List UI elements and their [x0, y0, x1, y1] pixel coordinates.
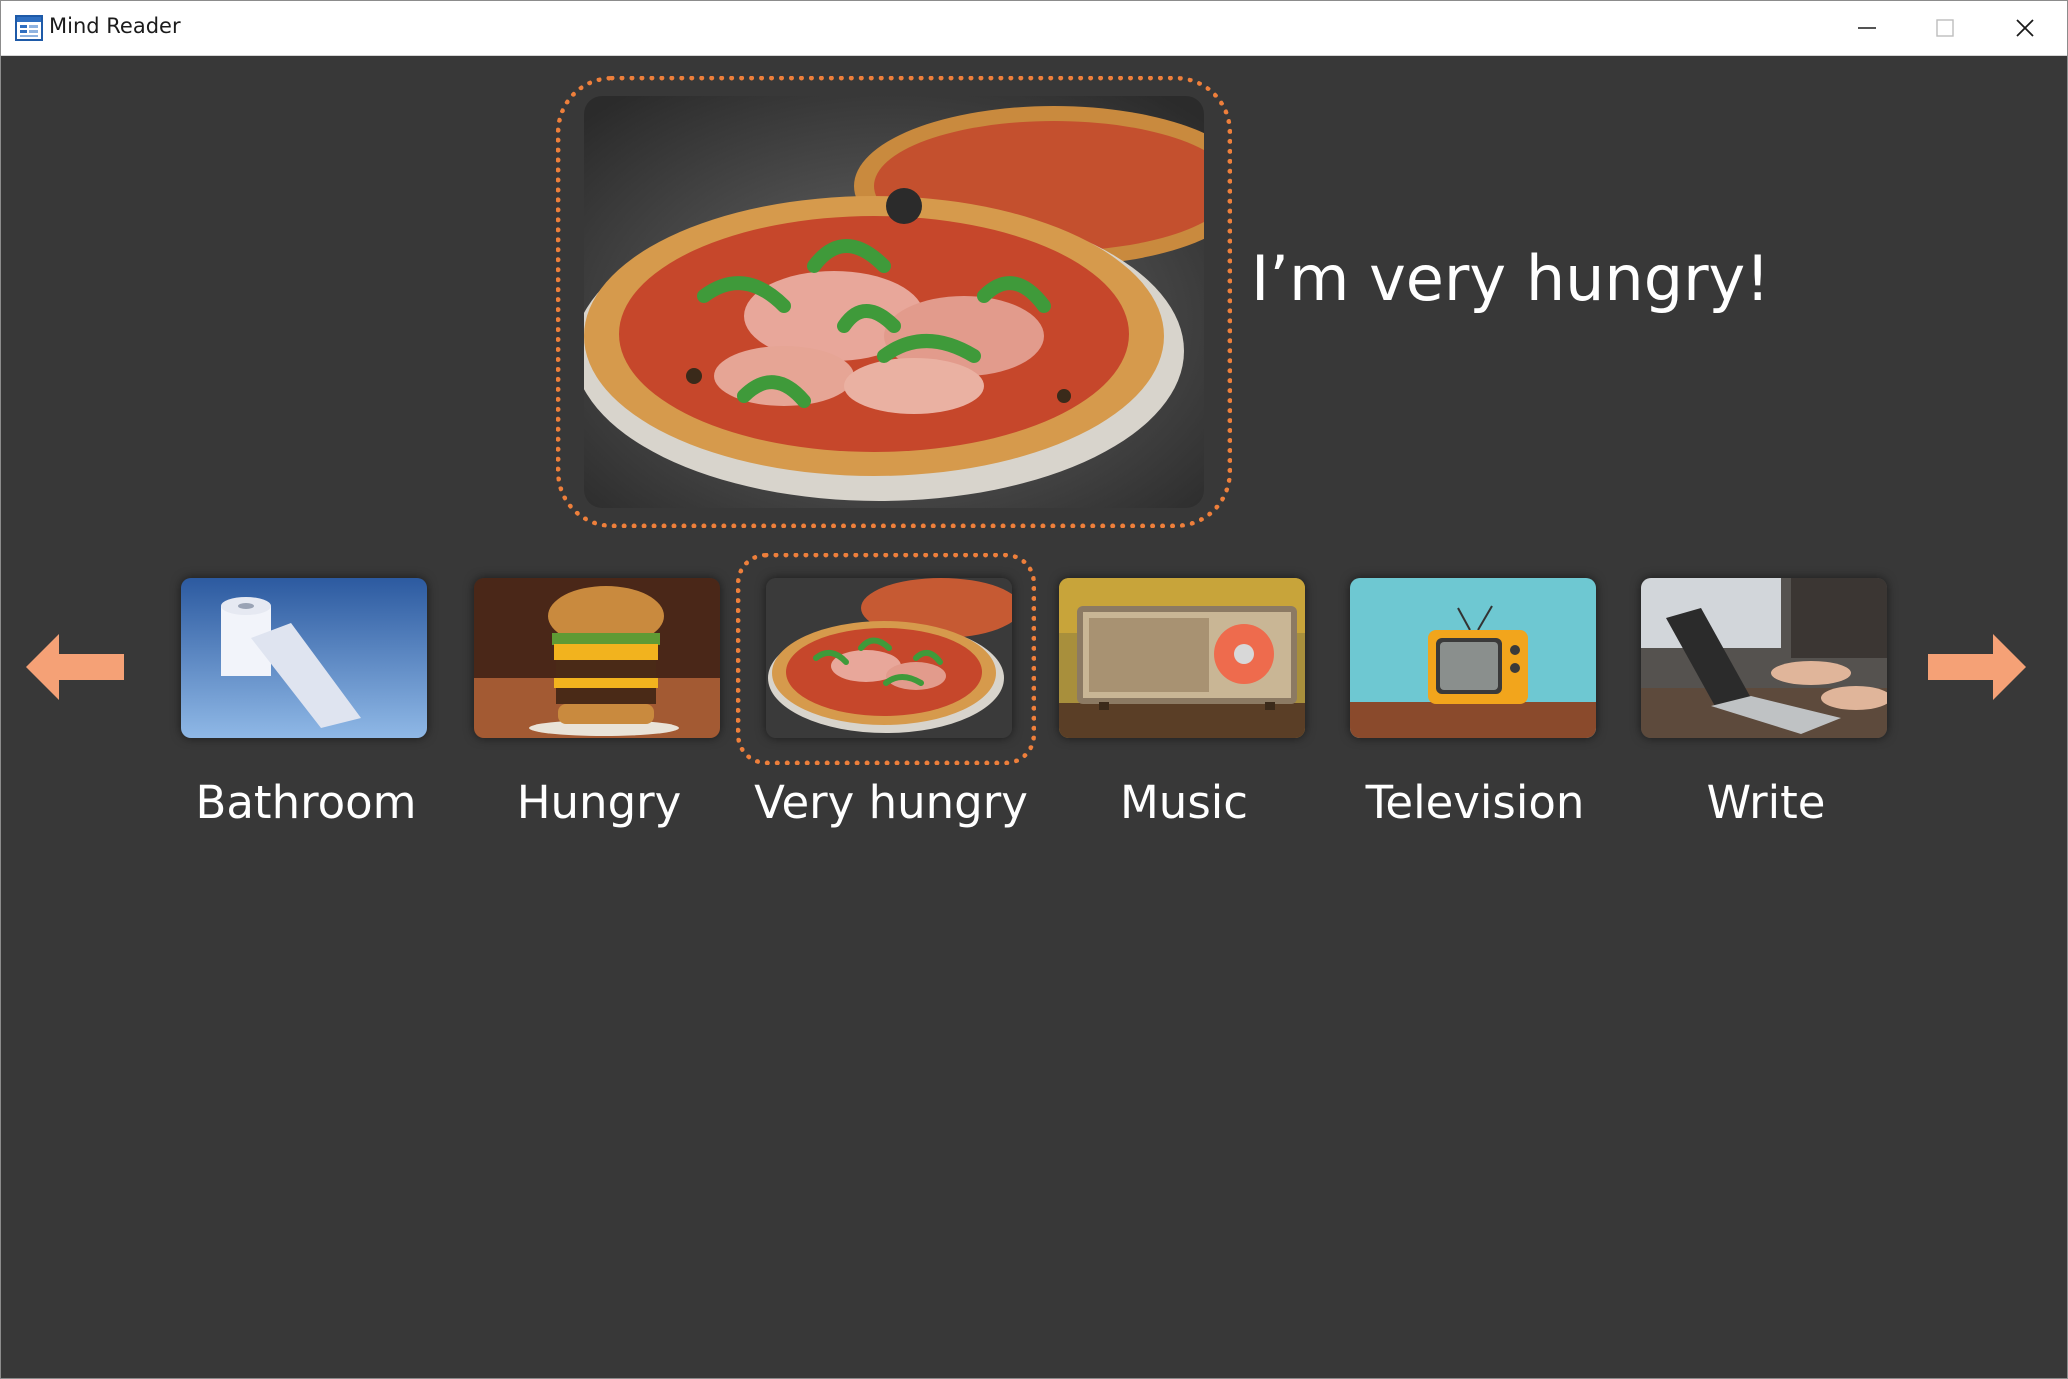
television-image [1350, 578, 1596, 738]
tile-label: Hungry [516, 776, 682, 829]
spoken-message: I’m very hungry! [1251, 242, 1771, 315]
minimize-button[interactable] [1828, 1, 1906, 55]
tile-label: Television [1365, 776, 1585, 829]
tile-very-hungry[interactable]: Very hungry [736, 553, 1036, 829]
radio-image [1059, 578, 1305, 738]
tile-hungry[interactable]: Hungry [474, 578, 724, 829]
maximize-icon [1936, 19, 1954, 37]
tile-label: Very hungry [754, 776, 1028, 829]
tile-label: Bathroom [195, 776, 417, 829]
tile-write[interactable]: Write [1641, 578, 1891, 829]
close-button[interactable] [1986, 1, 2064, 55]
tile-label: Music [1119, 776, 1249, 829]
tile-label: Write [1706, 776, 1826, 829]
laptop-typing-image [1641, 578, 1887, 738]
minimize-icon [1858, 27, 1876, 29]
close-icon [2016, 19, 2034, 37]
next-button[interactable] [1926, 634, 2026, 700]
tile-bathroom[interactable]: Bathroom [181, 578, 431, 829]
tile-television[interactable]: Television [1350, 578, 1600, 829]
arrow-right-icon [1928, 634, 2026, 700]
app-icon [15, 15, 43, 41]
app-window: Mind Reader I’m very hungry! Bathroom Hu… [0, 0, 2068, 1379]
maximize-button[interactable] [1906, 1, 1984, 55]
main-content: I’m very hungry! Bathroom Hungry Very hu… [1, 56, 2067, 1378]
toilet-paper-image [181, 578, 427, 738]
pizza-image [766, 578, 1012, 738]
tile-music[interactable]: Music [1059, 578, 1309, 829]
title-bar[interactable]: Mind Reader [1, 1, 2067, 56]
hero-pizza-image [584, 96, 1204, 508]
burger-image [474, 578, 720, 738]
arrow-left-icon [26, 634, 124, 700]
previous-button[interactable] [26, 634, 126, 700]
window-title: Mind Reader [49, 14, 181, 38]
